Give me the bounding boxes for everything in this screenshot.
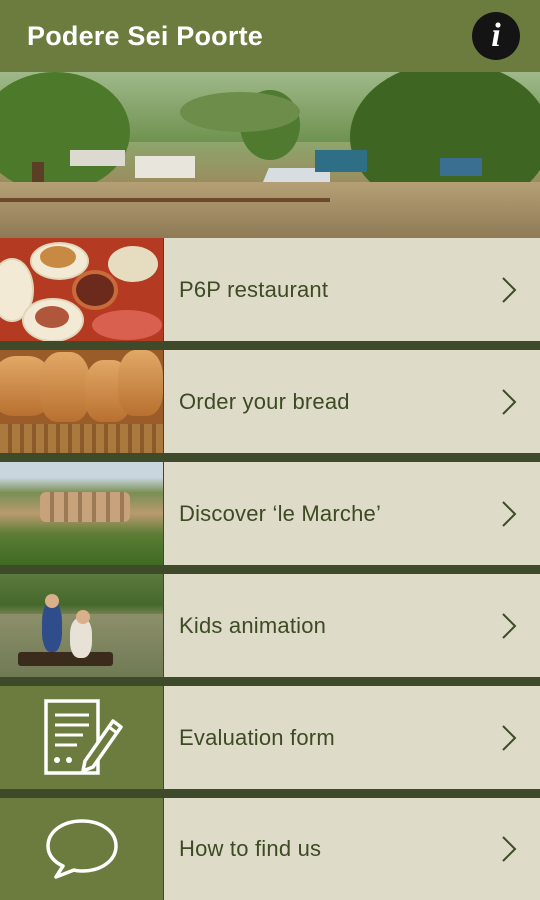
menu-item-kids-animation[interactable]: Kids animation bbox=[0, 574, 540, 677]
menu-item-label: How to find us bbox=[179, 836, 322, 861]
menu-item-panel: Order your bread bbox=[164, 350, 540, 453]
chevron-right-icon bbox=[502, 388, 517, 415]
menu-item-panel: Kids animation bbox=[164, 574, 540, 677]
menu-item-bread[interactable]: Order your bread bbox=[0, 350, 540, 453]
chevron-right-icon bbox=[502, 500, 517, 527]
chevron-right-icon bbox=[502, 724, 517, 751]
info-icon: i bbox=[491, 17, 501, 54]
menu-item-panel: How to find us bbox=[164, 798, 540, 900]
menu-item-how-to-find-us[interactable]: How to find us bbox=[0, 798, 540, 900]
menu-item-label: P6P restaurant bbox=[179, 276, 329, 302]
menu-item-discover-le-marche[interactable]: Discover ‘le Marche’ bbox=[0, 462, 540, 565]
find-us-tile bbox=[0, 798, 163, 900]
kids-raft-photo bbox=[0, 574, 163, 677]
chevron-right-icon bbox=[502, 612, 517, 639]
campsite-banner-image bbox=[0, 72, 540, 238]
speech-bubble-icon bbox=[45, 819, 118, 879]
chevron-right-icon bbox=[502, 836, 517, 862]
menu-item-evaluation-form[interactable]: Evaluation form bbox=[0, 686, 540, 789]
form-pen-icon bbox=[43, 698, 123, 775]
menu-item-label: Discover ‘le Marche’ bbox=[179, 500, 382, 526]
menu-item-label: Order your bread bbox=[179, 388, 350, 414]
restaurant-food-photo bbox=[0, 238, 163, 341]
app-title: Podere Sei Poorte bbox=[27, 20, 263, 51]
menu-item-label: Kids animation bbox=[179, 612, 327, 638]
menu-item-label: Evaluation form bbox=[179, 724, 335, 750]
info-button[interactable]: i bbox=[472, 12, 520, 60]
form-tile bbox=[0, 686, 163, 789]
menu-item-panel: P6P restaurant bbox=[164, 238, 540, 341]
bread-basket-photo bbox=[0, 350, 163, 453]
chevron-right-icon bbox=[502, 276, 517, 303]
app-header: Podere Sei Poorte i bbox=[0, 0, 540, 72]
menu-item-panel: Discover ‘le Marche’ bbox=[164, 462, 540, 565]
hill-town-photo bbox=[0, 462, 163, 565]
menu-item-restaurant[interactable]: P6P restaurant bbox=[0, 238, 540, 341]
menu-list: P6P restaurant Order your bread Discover… bbox=[0, 238, 540, 900]
menu-item-panel: Evaluation form bbox=[164, 686, 540, 789]
